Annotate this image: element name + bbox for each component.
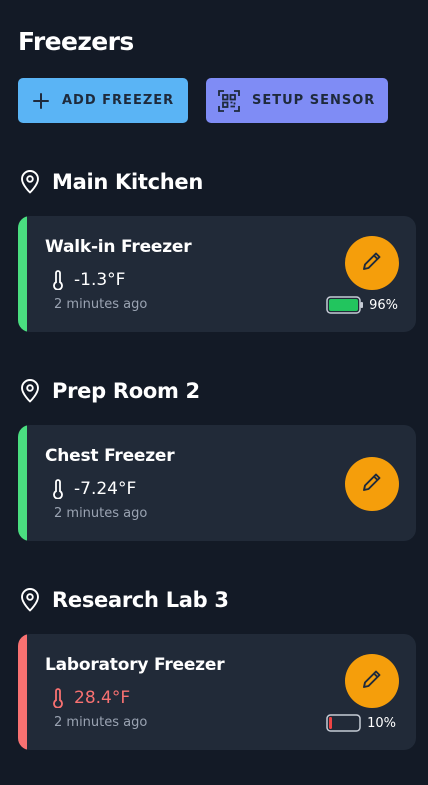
setup-sensor-label: SETUP SENSOR [252, 93, 376, 108]
map-pin-icon [20, 588, 40, 612]
status-stripe [18, 425, 27, 541]
temperature-value: 28.4°F [74, 688, 131, 708]
map-pin-icon [20, 379, 40, 403]
edit-button[interactable] [345, 654, 399, 708]
thermometer-icon [52, 688, 64, 708]
freezer-name: Laboratory Freezer [45, 655, 225, 675]
pencil-icon [361, 250, 383, 276]
battery-icon [326, 296, 364, 314]
freezer-name: Chest Freezer [45, 446, 175, 466]
location-header-prep-room-2: Prep Room 2 [20, 379, 200, 403]
temperature-row: 28.4°F [52, 688, 130, 708]
battery-percentage: 10% [367, 715, 396, 731]
add-freezer-button[interactable]: ADD FREEZER [18, 78, 188, 123]
battery-indicator: 96% [326, 296, 398, 314]
pencil-icon [361, 668, 383, 694]
map-pin-icon [20, 170, 40, 194]
thermometer-icon [52, 270, 64, 290]
freezer-name: Walk-in Freezer [45, 237, 192, 257]
temperature-value: -1.3°F [74, 270, 126, 290]
edit-button[interactable] [345, 457, 399, 511]
location-header-research-lab-3: Research Lab 3 [20, 588, 229, 612]
last-updated: 2 minutes ago [54, 506, 148, 521]
pencil-icon [361, 471, 383, 497]
status-stripe [18, 634, 27, 750]
temperature-row: -1.3°F [52, 270, 125, 290]
temperature-value: -7.24°F [74, 479, 137, 499]
battery-percentage: 96% [369, 297, 398, 313]
freezer-card-chest[interactable]: Chest Freezer -7.24°F 2 minutes ago [18, 425, 416, 541]
battery-indicator: 10% [326, 714, 396, 732]
setup-sensor-button[interactable]: SETUP SENSOR [206, 78, 388, 123]
last-updated: 2 minutes ago [54, 297, 148, 312]
edit-button[interactable] [345, 236, 399, 290]
status-stripe [18, 216, 27, 332]
battery-icon [326, 714, 362, 732]
freezer-card-walk-in[interactable]: Walk-in Freezer -1.3°F 2 minutes ago 96% [18, 216, 416, 332]
page-title: Freezers [18, 27, 134, 56]
temperature-row: -7.24°F [52, 479, 136, 499]
thermometer-icon [52, 479, 64, 499]
last-updated: 2 minutes ago [54, 715, 148, 730]
plus-icon [32, 92, 50, 110]
add-freezer-label: ADD FREEZER [62, 93, 175, 108]
location-header-main-kitchen: Main Kitchen [20, 170, 203, 194]
location-name: Prep Room 2 [52, 379, 200, 403]
location-name: Research Lab 3 [52, 588, 229, 612]
location-name: Main Kitchen [52, 170, 204, 194]
freezer-card-laboratory[interactable]: Laboratory Freezer 28.4°F 2 minutes ago … [18, 634, 416, 750]
qr-scan-icon [218, 89, 240, 112]
